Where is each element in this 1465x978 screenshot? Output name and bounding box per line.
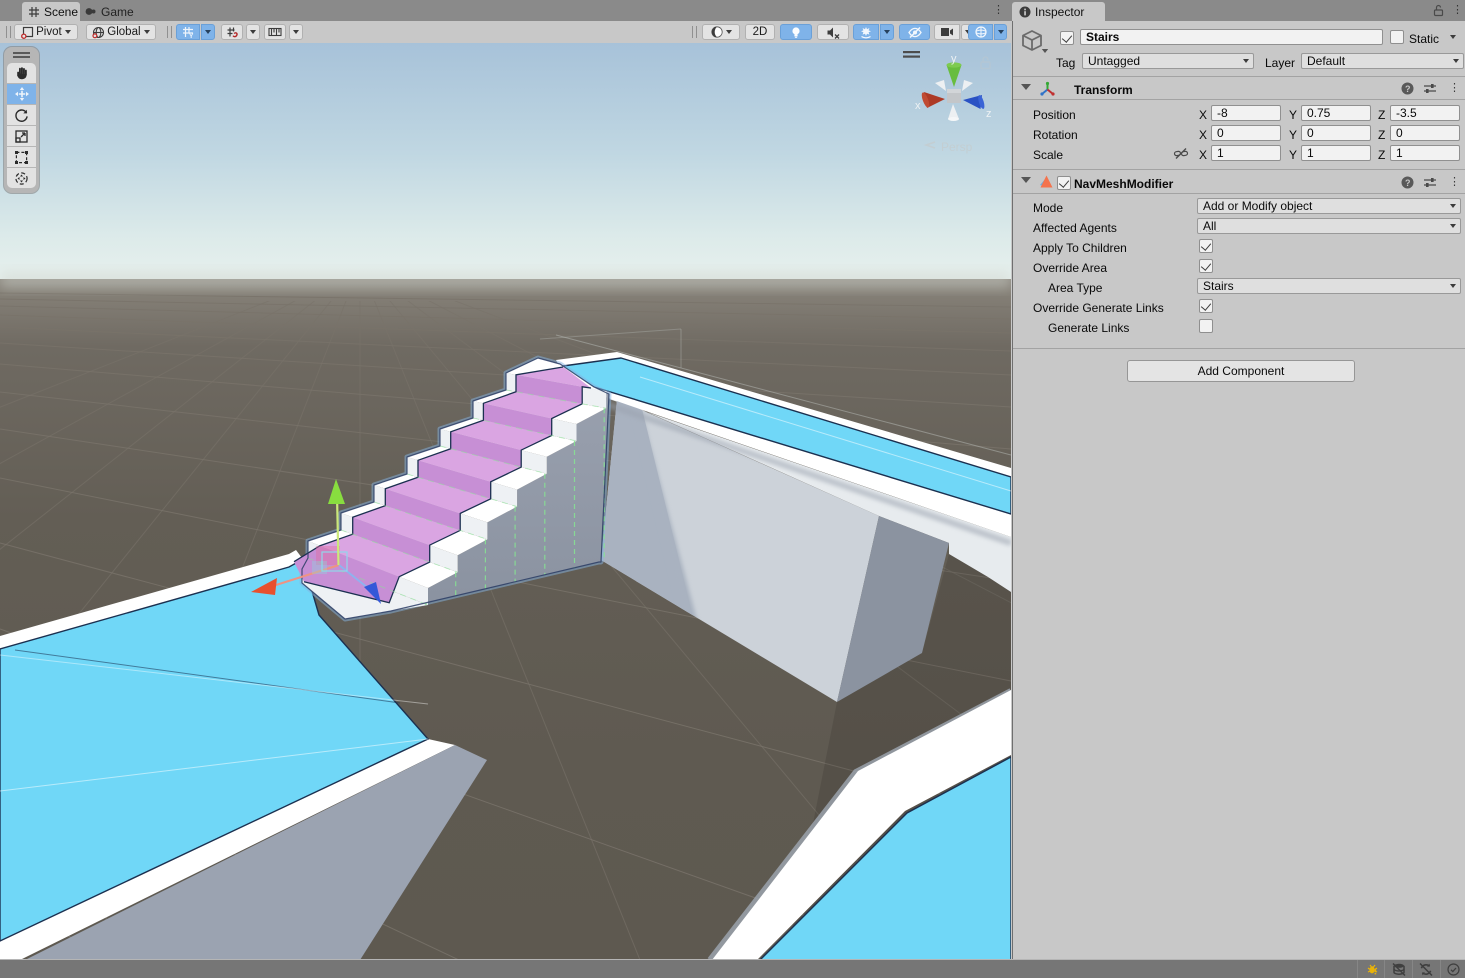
svg-text:z: z: [986, 108, 992, 120]
svg-text:Y: Y: [189, 33, 194, 39]
svg-text:x: x: [915, 100, 921, 112]
svg-text:?: ?: [1405, 178, 1411, 188]
svg-text:?: ?: [1405, 84, 1411, 94]
svg-text:Persp: Persp: [941, 140, 973, 154]
svg-text:y: y: [951, 53, 957, 65]
